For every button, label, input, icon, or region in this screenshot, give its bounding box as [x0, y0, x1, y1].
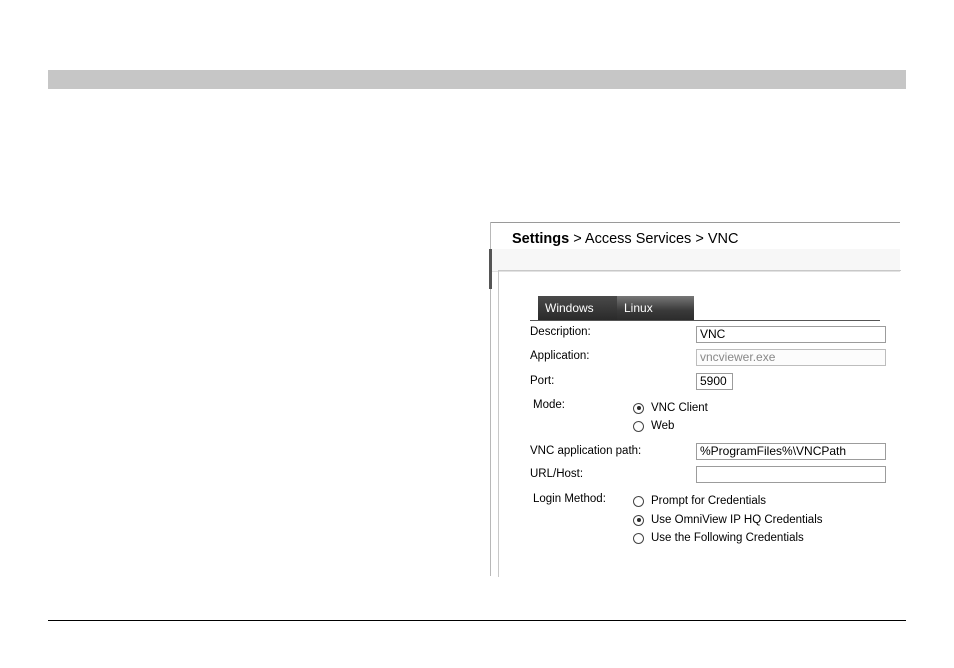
panel-top-border: [490, 222, 900, 223]
login-option-label: Prompt for Credentials: [651, 495, 767, 507]
vnc-path-field[interactable]: %ProgramFiles%\VNCPath: [696, 443, 886, 460]
url-host-label: URL/Host:: [530, 468, 584, 480]
description-label: Description:: [530, 326, 591, 338]
radio-unselected-icon[interactable]: [633, 532, 644, 544]
login-option-following[interactable]: Use the Following Credentials: [633, 532, 804, 544]
tab-linux[interactable]: Linux: [617, 296, 694, 320]
vnc-settings-panel: Settings > Access Services > VNC Windows…: [489, 222, 901, 577]
breadcrumb-underbar: [491, 249, 900, 272]
breadcrumb-root[interactable]: Settings: [512, 231, 569, 247]
tab-underline: [530, 320, 880, 321]
mode-option-label: VNC Client: [651, 402, 708, 414]
login-method-label: Login Method:: [533, 493, 606, 505]
breadcrumb: Settings > Access Services > VNC: [512, 231, 738, 247]
mode-option-web[interactable]: Web: [633, 420, 674, 432]
application-label: Application:: [530, 350, 590, 362]
mode-option-vnc-client[interactable]: VNC Client: [633, 402, 708, 414]
mode-label: Mode:: [533, 399, 565, 411]
mode-option-label: Web: [651, 420, 675, 432]
radio-selected-icon[interactable]: [633, 402, 644, 414]
header-bar: [48, 70, 906, 89]
port-label: Port:: [530, 375, 555, 387]
breadcrumb-path: > Access Services > VNC: [569, 231, 739, 247]
radio-unselected-icon[interactable]: [633, 420, 644, 432]
footer-rule: [48, 620, 906, 621]
radio-selected-icon[interactable]: [633, 514, 644, 526]
description-field[interactable]: VNC: [696, 326, 886, 343]
vnc-path-label: VNC application path:: [530, 445, 642, 457]
login-option-label: Use the Following Credentials: [651, 532, 804, 544]
panel-resize-handle[interactable]: [489, 249, 492, 289]
os-tabs: Windows Linux: [538, 296, 694, 320]
url-host-field[interactable]: [696, 466, 886, 483]
tab-windows[interactable]: Windows: [538, 296, 617, 320]
login-option-label: Use OmniView IP HQ Credentials: [651, 514, 823, 526]
port-field[interactable]: 5900: [696, 373, 733, 390]
radio-unselected-icon[interactable]: [633, 495, 644, 507]
application-field[interactable]: vncviewer.exe: [696, 349, 886, 366]
login-option-prompt[interactable]: Prompt for Credentials: [633, 495, 766, 507]
login-option-omniview[interactable]: Use OmniView IP HQ Credentials: [633, 514, 823, 526]
